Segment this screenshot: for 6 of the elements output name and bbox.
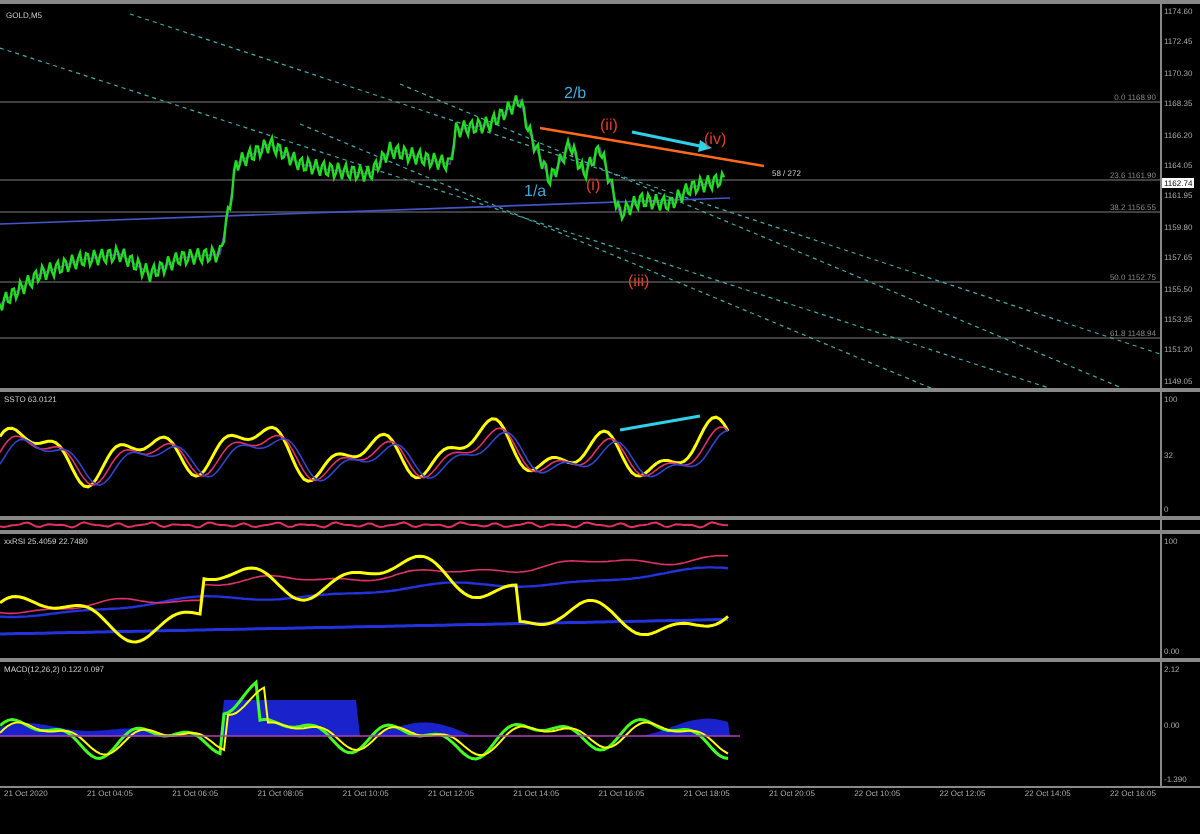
wave-label: (iv) [704, 130, 727, 148]
wave-label: (ii) [600, 116, 618, 134]
wave-label: 1/a [524, 182, 547, 200]
wave-label: (iii) [628, 272, 650, 290]
wave-label: 2/b [564, 84, 587, 102]
wave-label: (i) [586, 176, 601, 194]
